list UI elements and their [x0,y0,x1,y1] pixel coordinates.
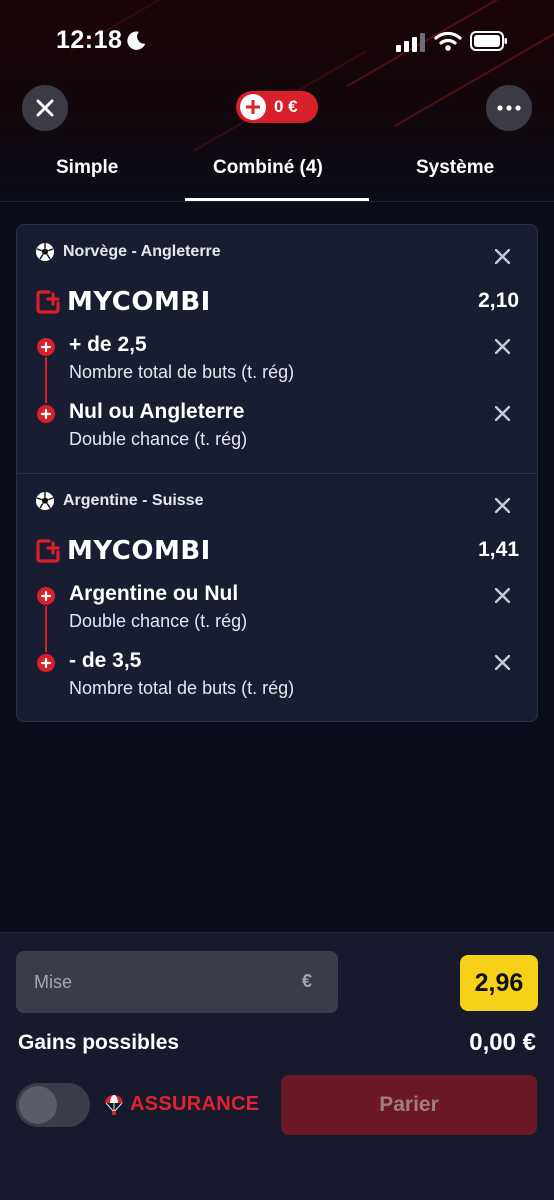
mycombi-icon [36,290,60,314]
match-name: Norvège - Angleterre [63,243,221,260]
close-icon [494,587,510,603]
mycombi-icon [36,539,60,563]
stake-placeholder: Mise [34,971,73,992]
cellular-signal-icon [396,33,425,52]
combi-odds: 1,41 [478,538,519,561]
selection-plus-icon [37,654,55,672]
insurance-toggle[interactable] [16,1083,90,1127]
more-icon [497,105,521,111]
stake-currency: € [301,971,312,991]
bet-type-tabs: Simple Combiné (4) Système [0,140,554,202]
selection-market: Double chance (t. rég) [69,429,248,449]
selection-plus-icon [37,338,55,356]
remove-match-button[interactable] [491,494,513,516]
stake-input[interactable]: Mise € [16,951,338,1013]
more-options-button[interactable] [486,85,532,131]
remove-selection-button[interactable] [491,651,513,673]
tab-systeme[interactable]: Système [416,157,494,179]
add-funds-icon [240,94,266,120]
balance-button[interactable]: 0 € [236,91,318,123]
selection-connector [45,606,47,652]
bet-group: Argentine - Suisse MYCOMBI 1,41 Argentin… [17,473,537,721]
close-icon [494,338,510,354]
potential-gains-value: 0,00 € [469,1029,536,1056]
active-tab-indicator [185,198,369,201]
close-icon [494,497,510,513]
close-icon [494,654,510,670]
match-header: Argentine - Suisse [35,491,203,511]
insurance-label: ASSURANCE [130,1093,260,1115]
match-name: Argentine - Suisse [63,492,204,509]
selection-title: Argentine ou Nul [69,582,239,605]
toggle-knob [19,1086,57,1124]
bet-slip-footer: Mise € 2,96 Gains possibles 0,00 € ASSUR… [0,932,554,1200]
football-icon [36,243,54,261]
combi-label: MYCOMBI [67,287,211,317]
potential-gains-label: Gains possibles [18,1031,180,1054]
selection-market: Double chance (t. rég) [69,611,248,631]
status-time: 12:18 [56,26,123,54]
place-bet-button[interactable]: Parier [281,1075,537,1135]
bet-group: Norvège - Angleterre MYCOMBI 2,10 + de 2… [17,225,537,473]
parachute-icon [105,1094,123,1115]
selection-title: Nul ou Angleterre [69,400,245,423]
close-icon [494,248,510,264]
tab-combine[interactable]: Combiné (4) [213,157,323,179]
status-bar: 12:18 [0,0,554,84]
selection-connector [45,357,47,403]
remove-selection-button[interactable] [491,402,513,424]
remove-match-button[interactable] [491,245,513,267]
combi-header: MYCOMBI [35,536,211,566]
selection-plus-icon [37,587,55,605]
combi-label: MYCOMBI [67,536,211,566]
remove-selection-button[interactable] [491,335,513,357]
close-icon [36,99,54,117]
total-odds-badge: 2,96 [460,955,538,1011]
tab-simple[interactable]: Simple [56,157,118,179]
battery-icon [470,31,507,51]
combi-header: MYCOMBI [35,287,211,317]
match-header: Norvège - Angleterre [35,242,221,262]
wifi-icon [434,31,462,51]
remove-selection-button[interactable] [491,584,513,606]
selection-market: Nombre total de buts (t. rég) [69,678,295,698]
moon-icon [127,31,146,50]
balance-amount: 0 € [274,97,298,116]
close-button[interactable] [22,85,68,131]
selection-market: Nombre total de buts (t. rég) [69,362,295,382]
close-icon [494,405,510,421]
football-icon [36,492,54,510]
selection-title: + de 2,5 [69,333,147,356]
bet-slip-card: Norvège - Angleterre MYCOMBI 2,10 + de 2… [16,224,538,722]
insurance-label-row: ASSURANCE [104,1093,259,1116]
selection-plus-icon [37,405,55,423]
selection-title: - de 3,5 [69,649,142,672]
combi-odds: 2,10 [478,289,519,312]
